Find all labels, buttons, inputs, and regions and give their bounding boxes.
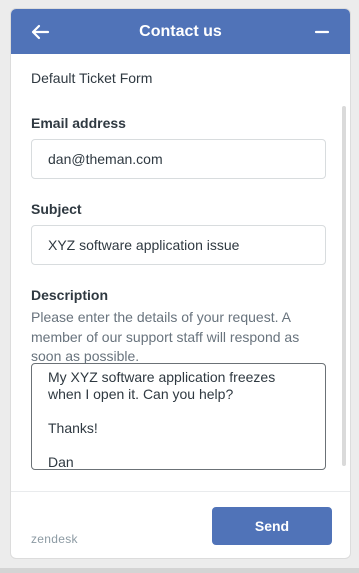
zendesk-logo: zendesk (31, 532, 78, 546)
form-name: Default Ticket Form (31, 70, 153, 86)
description-textarea[interactable]: My XYZ software application freezes when… (31, 363, 326, 470)
description-label: Description (31, 287, 109, 303)
contact-widget: Contact us Default Ticket Form Email add… (10, 8, 351, 559)
subject-field[interactable]: XYZ software application issue (31, 225, 326, 265)
send-button[interactable]: Send (212, 507, 332, 545)
widget-footer: zendesk Send (11, 491, 350, 558)
form-content: Default Ticket Form Email address dan@th… (11, 54, 350, 491)
email-label: Email address (31, 115, 126, 131)
minus-icon[interactable] (310, 20, 334, 44)
widget-title: Contact us (139, 23, 222, 40)
widget-header: Contact us (11, 9, 350, 54)
description-hint: Please enter the details of your request… (31, 309, 300, 364)
email-field[interactable]: dan@theman.com (31, 139, 326, 179)
subject-label: Subject (31, 201, 82, 217)
page-bottom-strip (0, 568, 359, 573)
content-scrollbar[interactable] (342, 106, 346, 466)
